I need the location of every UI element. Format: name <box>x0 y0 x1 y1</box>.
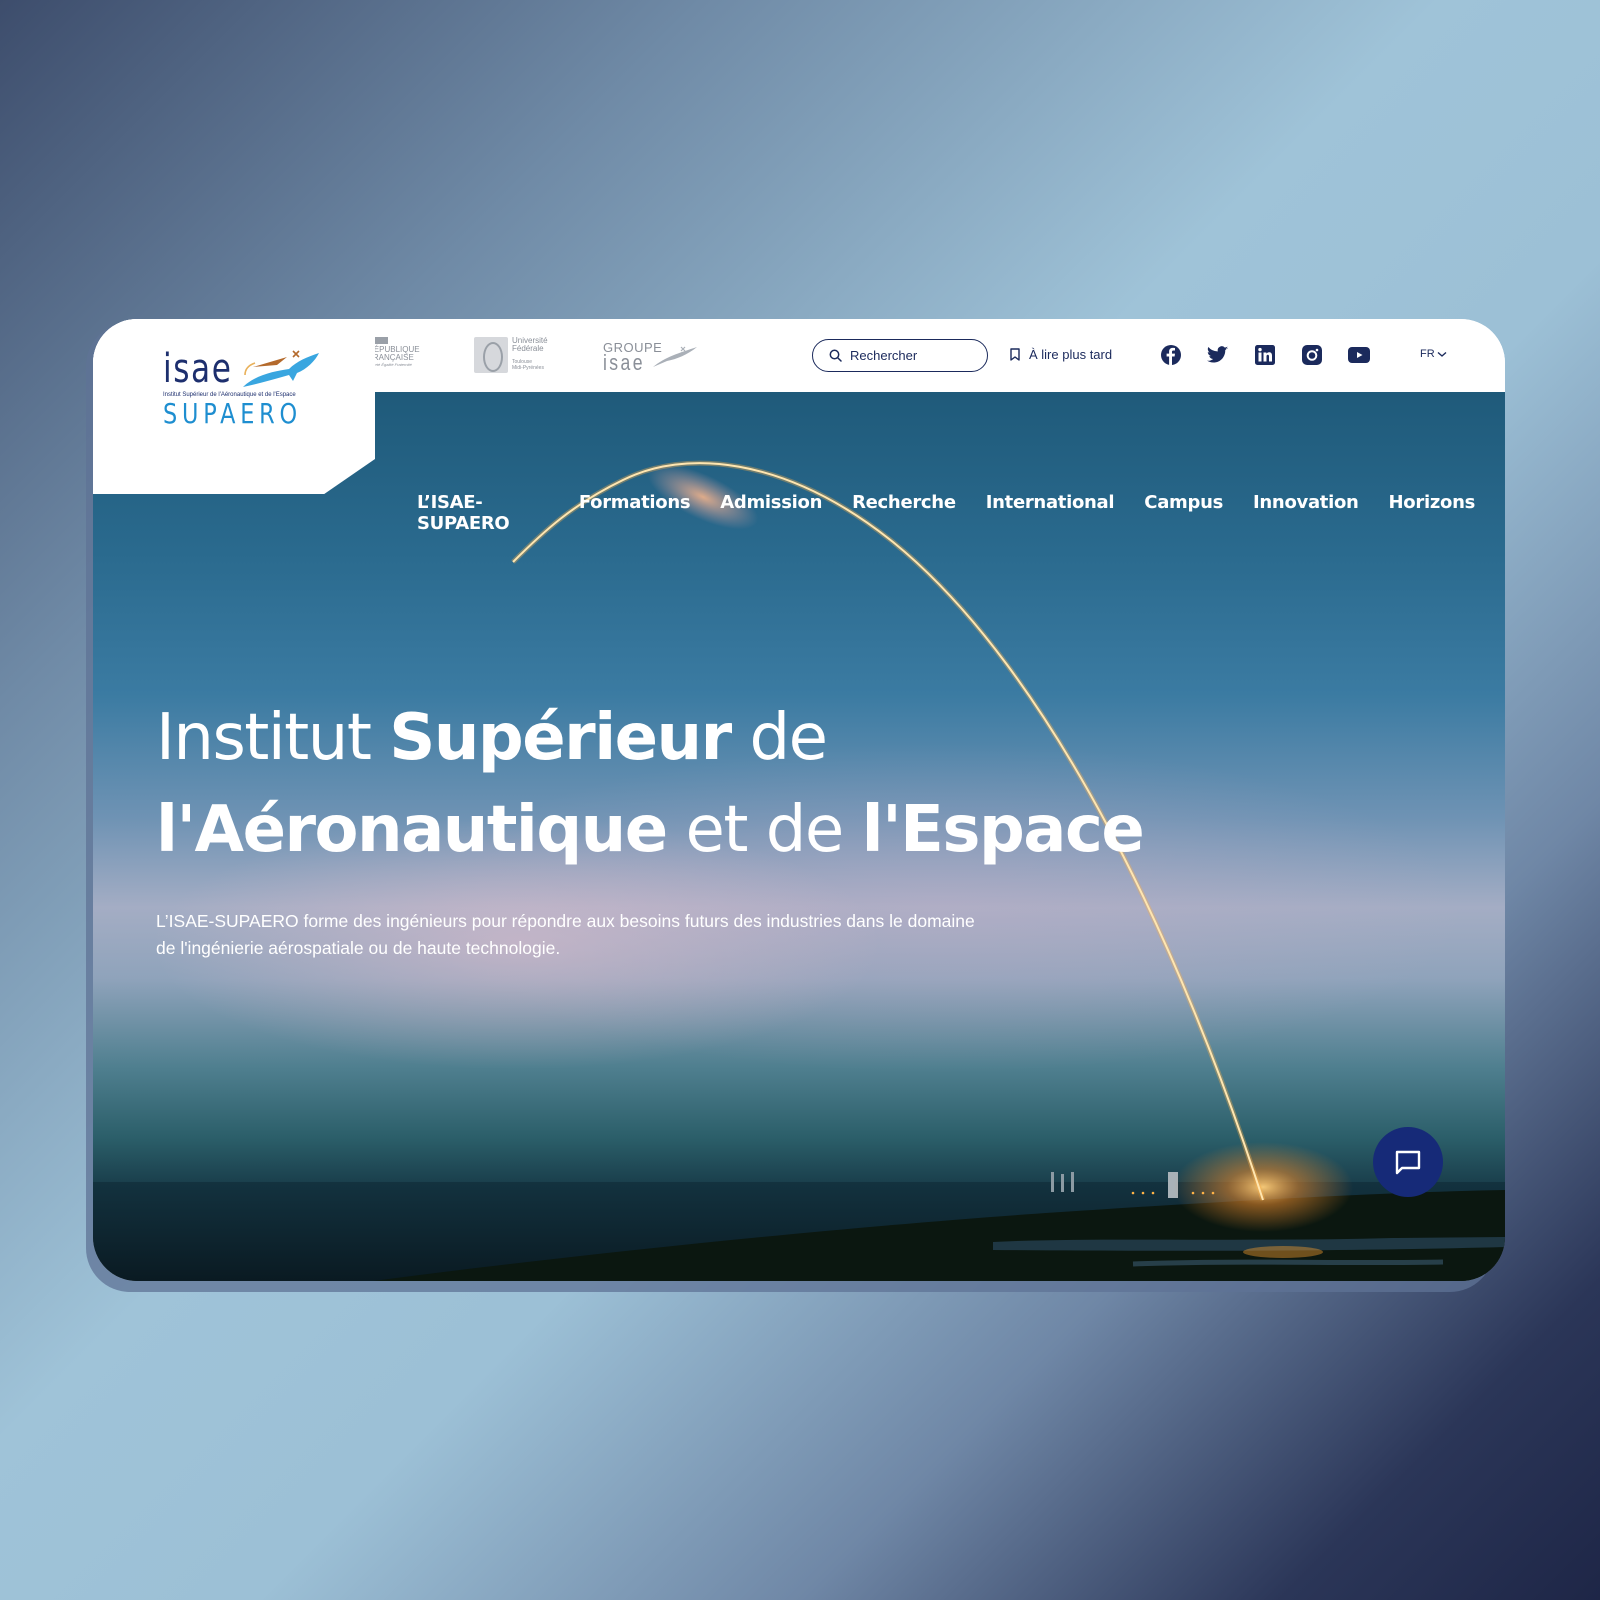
instagram-icon[interactable] <box>1301 344 1323 366</box>
search-input[interactable] <box>850 348 970 363</box>
social-links <box>1160 344 1370 366</box>
nav-item-isae-supaero[interactable]: L’ISAE-SUPAERO <box>417 492 549 534</box>
logo-bird-icon <box>243 350 319 387</box>
bird-icon <box>653 346 697 367</box>
nav-item-horizons[interactable]: Horizons <box>1389 492 1476 534</box>
isae-supaero-logo[interactable]: isae Institut Supérieur de l'Aéronautiqu… <box>163 349 319 430</box>
partner-text: Midi-Pyrénées <box>512 365 544 371</box>
logo-panel: isae Institut Supérieur de l'Aéronautiqu… <box>93 319 375 494</box>
logo-subwordmark: SUPAERO <box>163 397 302 430</box>
chat-button[interactable] <box>1373 1127 1443 1197</box>
facebook-icon[interactable] <box>1160 344 1182 366</box>
nav-item-innovation[interactable]: Innovation <box>1253 492 1359 534</box>
hero-description: L’ISAE-SUPAERO forme des ingénieurs pour… <box>156 911 975 958</box>
hero-title-part: l'Espace <box>861 793 1145 867</box>
hero-title-part: et de <box>666 793 862 867</box>
partner-text: FRANÇAISE <box>368 353 414 362</box>
hero-title-part: l'Aéronautique <box>156 793 668 867</box>
hero-title-part: Institut <box>156 701 390 775</box>
website-window: L’ISAE-SUPAERO Formations Admission Rech… <box>93 319 1505 1281</box>
language-selector[interactable]: FR <box>1420 348 1447 360</box>
partner-text: Fédérale <box>512 344 544 353</box>
nav-item-campus[interactable]: Campus <box>1144 492 1223 534</box>
hero-title-part: de <box>730 701 828 775</box>
search-icon <box>829 349 842 362</box>
search-box[interactable] <box>812 339 988 372</box>
nav-item-formations[interactable]: Formations <box>579 492 691 534</box>
chevron-down-icon <box>1437 351 1447 357</box>
chat-icon <box>1395 1150 1421 1175</box>
hero-banner: L’ISAE-SUPAERO Formations Admission Rech… <box>93 392 1505 1281</box>
language-label: FR <box>1420 348 1435 360</box>
university-seal-icon <box>474 337 508 373</box>
youtube-icon[interactable] <box>1348 344 1370 366</box>
twitter-icon[interactable] <box>1207 344 1229 366</box>
bookmark-icon <box>1010 348 1020 361</box>
partner-motto: Liberté Égalité Fraternité <box>368 362 412 367</box>
partner-text: isae <box>603 350 645 375</box>
groupe-isae-logo[interactable]: GROUPE isae <box>603 341 697 375</box>
linkedin-icon[interactable] <box>1254 344 1276 366</box>
nav-item-international[interactable]: International <box>986 492 1115 534</box>
read-later-link[interactable]: À lire plus tard <box>1010 347 1112 362</box>
universite-federale-logo[interactable]: Université Fédérale Toulouse Midi-Pyréné… <box>474 337 548 373</box>
nav-item-admission[interactable]: Admission <box>720 492 822 534</box>
read-later-label: À lire plus tard <box>1029 347 1113 362</box>
nav-item-recherche[interactable]: Recherche <box>852 492 956 534</box>
main-nav: L’ISAE-SUPAERO Formations Admission Rech… <box>417 492 1505 534</box>
hero-title-part: Supérieur <box>389 701 732 775</box>
hero-title: Institut Supérieur de l'Aéronautique et … <box>156 692 1145 876</box>
republique-francaise-logo[interactable]: RÉPUBLIQUE FRANÇAISE Liberté Égalité Fra… <box>368 337 420 367</box>
